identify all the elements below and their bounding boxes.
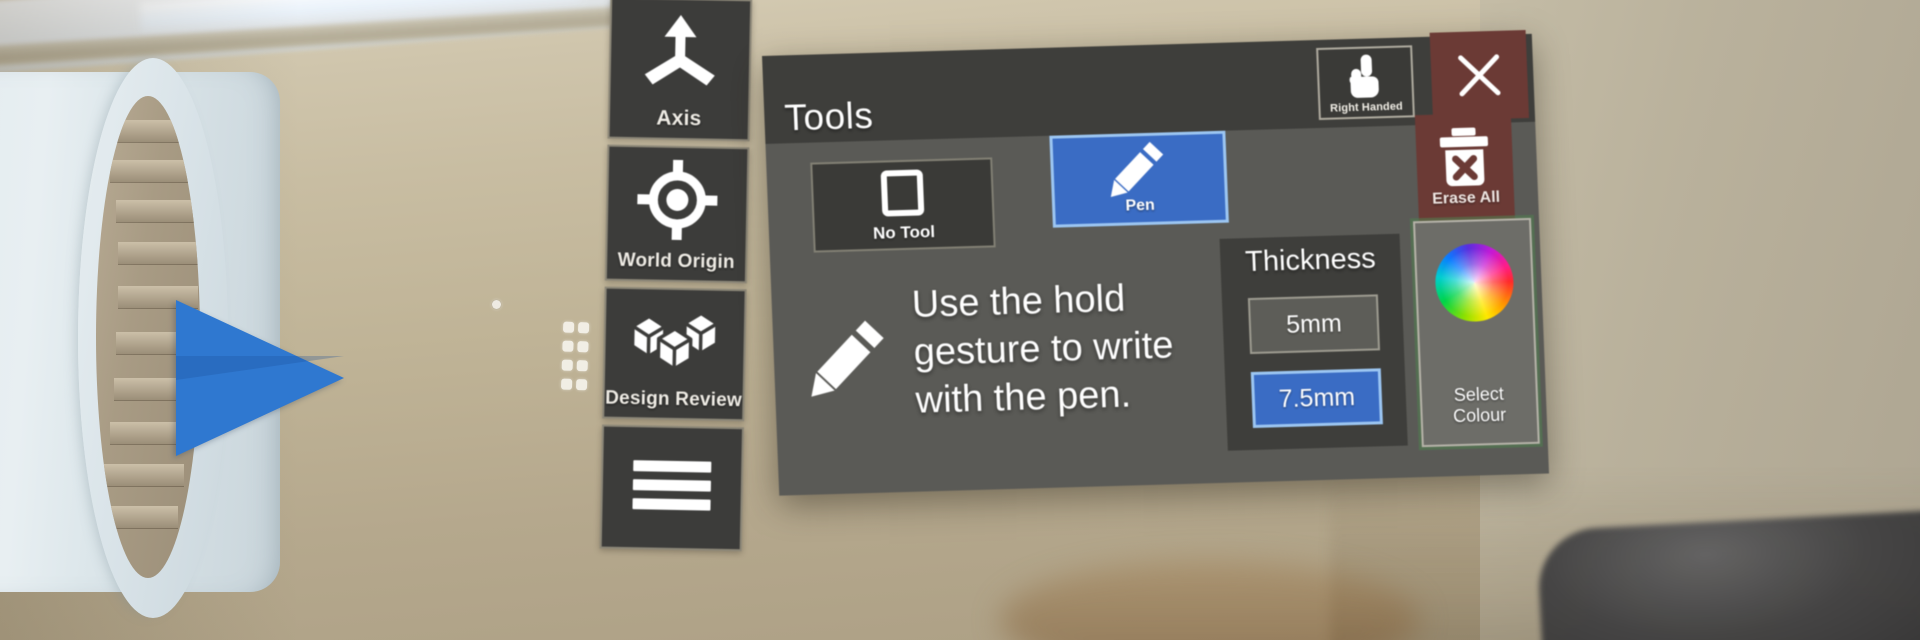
tool-button-no-tool[interactable]: No Tool [810,157,996,253]
sidebar-item-menu[interactable] [599,424,745,552]
pen-hint: Use the hold gesture to write with the p… [800,255,1237,447]
sidebar-item-label: World Origin [617,249,735,274]
colour-wheel-icon [1433,242,1515,323]
grip-dot [561,359,573,371]
pencil-icon [1108,135,1168,198]
select-colour-button[interactable]: Select Colour [1412,217,1540,448]
empty-square-icon [879,161,925,223]
grip-dot [577,322,590,334]
hint-line-2: gesture to write [912,324,1175,374]
three-axis-arrow-icon [610,0,750,108]
three-cubes-icon [605,289,745,391]
gaze-cursor [492,300,501,309]
tool-button-label: Pen [1125,196,1156,215]
main-vertical-toolbar: Axis World Origin Design Review [597,0,760,640]
select-colour-label: Select Colour [1452,384,1507,445]
hint-line-3: with the pen. [914,373,1132,422]
grip-dot [575,379,588,391]
grip-dot [562,321,575,333]
cad-model-cylinder[interactable] [0,50,440,640]
sidebar-item-design-review[interactable]: Design Review [602,286,747,422]
sidebar-item-axis[interactable]: Axis [607,0,753,142]
crosshair-target-icon [607,147,747,253]
grip-dot [562,340,574,352]
background-object [1536,509,1920,640]
sidebar-item-label: Design Review [605,387,743,412]
grip-dots-icon[interactable] [560,321,592,397]
sidebar-item-world-origin[interactable]: World Origin [604,144,750,284]
grip-dot [576,360,588,372]
handedness-toggle-button[interactable]: Right Handed [1316,45,1415,120]
vr-screen: Axis World Origin Design Review Tools Ri… [0,0,1920,640]
cad-direction-cone-shade [176,356,344,380]
hamburger-menu-icon [602,427,742,543]
colour-label-line-2: Colour [1452,405,1507,427]
colour-label-line-1: Select [1453,383,1505,406]
pen-hint-text: Use the hold gesture to write with the p… [911,274,1176,425]
erase-all-button[interactable]: Erase All [1414,112,1516,228]
tool-button-label: No Tool [872,222,936,243]
tools-panel: Tools Right Handed No Tool Pen Erase All… [762,30,1549,496]
pointing-hand-icon [1344,52,1386,99]
thickness-section: Thickness 5mm 7.5mm [1219,233,1408,451]
tool-button-pen[interactable]: Pen [1049,130,1229,228]
hint-line-1: Use the hold [911,277,1127,326]
thickness-option-5mm[interactable]: 5mm [1247,294,1381,355]
close-button[interactable] [1429,30,1530,121]
sidebar-item-label: Axis [656,106,702,131]
trash-x-icon [1435,127,1493,191]
close-x-icon [1453,50,1505,101]
thickness-title: Thickness [1244,242,1377,279]
grip-dot [577,341,589,353]
page-title: Tools [783,94,875,139]
thickness-option-7-5mm[interactable]: 7.5mm [1250,368,1383,428]
grip-dot [560,378,573,390]
handedness-label: Right Handed [1329,100,1404,115]
pencil-icon [802,314,897,397]
erase-all-label: Erase All [1431,188,1501,208]
